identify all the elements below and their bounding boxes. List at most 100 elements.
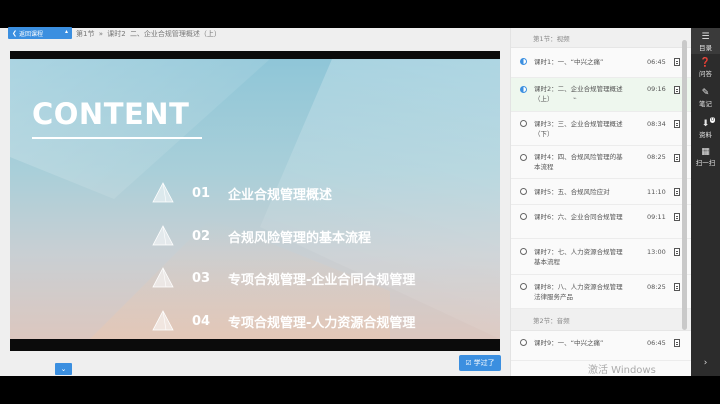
lesson-duration: 08:25 — [647, 283, 666, 291]
lesson-duration: 06:45 — [647, 339, 666, 347]
lesson-item[interactable]: 课时3：三、企业合规管理概述（下） 08:34 — [511, 112, 691, 146]
document-icon[interactable] — [674, 283, 680, 291]
toc-number: 02 — [192, 228, 211, 244]
lesson-title: 课时1：一、“中兴之痛” — [534, 58, 604, 66]
document-icon[interactable] — [674, 86, 680, 94]
sidebar-item-label: 资料 — [699, 131, 712, 139]
lesson-title: 课时3：三、企业合规管理概述（下） — [534, 120, 623, 138]
lesson-item[interactable]: 课时1：一、“中兴之痛” 06:45 — [511, 48, 691, 78]
triangle-icon — [152, 225, 174, 246]
breadcrumb: 第1节 » 课时2 二、企业合规管理概述（上） — [76, 29, 223, 39]
breadcrumb-section[interactable]: 第1节 — [76, 30, 94, 38]
mark-learned-button[interactable]: ☑ 学过了 — [459, 355, 501, 371]
video-player[interactable]: CONTENT 01 企业合规管理概述 02 合规风险管理的基本流程 03 专项… — [10, 51, 500, 351]
lesson-title: 课时5：五、合规风险应对 — [534, 188, 610, 196]
progress-empty-icon — [520, 213, 527, 220]
lesson-item[interactable]: 课时9：一、“中兴之痛” 06:45 — [511, 331, 691, 361]
sidebar-item-label: 问答 — [699, 70, 712, 78]
progress-empty-icon — [520, 339, 527, 346]
chevron-left-icon: ❮ — [12, 29, 18, 37]
lesson-duration: 13:00 — [647, 248, 666, 256]
chevron-down-icon: ⌄ — [60, 365, 67, 373]
lesson-duration: 08:34 — [647, 120, 666, 128]
lesson-item[interactable]: 课时8：八、人力资源合规管理法律服务产品 08:25 — [511, 275, 691, 309]
document-icon[interactable] — [674, 339, 680, 347]
triangle-icon — [152, 267, 174, 288]
lesson-list: 第1节：视频 课时1：一、“中兴之痛” 06:45 课时2：二、企业合规管理概述… — [510, 28, 691, 376]
document-icon[interactable] — [674, 188, 680, 196]
toc-number: 01 — [192, 185, 211, 201]
progress-half-icon — [520, 86, 527, 93]
windows-activation-watermark: 激活 Windows — [588, 365, 656, 376]
breadcrumb-lesson: 课时2 — [107, 30, 126, 38]
toc-item: 04 专项合规管理-人力资源合规管理 — [152, 309, 492, 333]
lesson-duration: 11:10 — [647, 188, 666, 196]
question-icon: ❓ — [699, 58, 712, 68]
breadcrumb-separator: » — [98, 30, 103, 38]
toc-text: 专项合规管理-企业合同合规管理 — [228, 272, 416, 288]
toc-item: 02 合规风险管理的基本流程 — [152, 224, 492, 248]
progress-empty-icon — [520, 283, 527, 290]
sidebar-item-catalog[interactable]: ☰ 目录 — [691, 28, 720, 54]
lesson-item-active[interactable]: 课时2：二、企业合规管理概述（上） ⌁ 09:16 — [511, 78, 691, 112]
paperclip-icon: ⌁ — [573, 95, 577, 102]
toc-text: 企业合规管理概述 — [228, 187, 333, 203]
sidebar-item-qa[interactable]: ❓ 问答 — [691, 58, 720, 80]
document-icon[interactable] — [674, 120, 680, 128]
triangle-icon — [152, 310, 174, 331]
toc-item: 01 企业合规管理概述 — [152, 181, 492, 205]
lesson-duration: 09:16 — [647, 85, 666, 93]
lesson-item[interactable]: 课时4：四、合规风险管理的基本流程 08:25 — [511, 146, 691, 179]
lesson-title: 课时8：八、人力资源合规管理法律服务产品 — [534, 283, 623, 301]
slide-frame: CONTENT 01 企业合规管理概述 02 合规风险管理的基本流程 03 专项… — [10, 59, 500, 339]
lesson-duration: 08:25 — [647, 153, 666, 161]
back-to-course-button[interactable]: ❮ 返回课程 ▴ — [8, 27, 72, 39]
sidebar-item-label: 目录 — [699, 44, 712, 52]
lesson-title: 课时6：六、企业合同合规管理 — [534, 213, 623, 221]
document-icon[interactable] — [674, 248, 680, 256]
toc-number: 04 — [192, 313, 211, 329]
player-area: ❮ 返回课程 ▴ 第1节 » 课时2 二、企业合规管理概述（上） CONTENT… — [0, 27, 510, 376]
sidebar-item-materials[interactable]: ⬇ 0 资料 — [691, 117, 720, 141]
document-icon[interactable] — [674, 154, 680, 162]
section-header[interactable]: 第1节：视频 — [511, 28, 691, 48]
slide-title-underline — [32, 137, 202, 139]
note-icon: ✎ — [701, 88, 710, 98]
sidebar-item-scan[interactable]: ▦ 扫一扫 — [691, 147, 720, 171]
back-to-course-label: 返回课程 — [19, 30, 44, 38]
check-icon: ☑ — [465, 359, 472, 367]
triangle-icon — [152, 182, 174, 203]
lesson-duration: 06:45 — [647, 58, 666, 66]
progress-empty-icon — [520, 154, 527, 161]
scrollbar[interactable] — [682, 38, 687, 358]
breadcrumb-title: 二、企业合规管理概述（上） — [129, 30, 221, 38]
scrollbar-thumb[interactable] — [682, 40, 687, 330]
lesson-title: 课时9：一、“中兴之痛” — [534, 339, 604, 347]
toc-item: 03 专项合规管理-企业合同合规管理 — [152, 266, 492, 290]
progress-half-icon — [520, 58, 527, 65]
lesson-duration: 09:11 — [647, 213, 666, 221]
progress-empty-icon — [520, 248, 527, 255]
lesson-item[interactable]: 课时6：六、企业合同合规管理 09:11 — [511, 205, 691, 239]
lesson-item[interactable]: 课时5：五、合规风险应对 11:10 — [511, 179, 691, 205]
toc-text: 合规风险管理的基本流程 — [228, 230, 372, 246]
progress-empty-icon — [520, 188, 527, 195]
list-icon: ☰ — [701, 32, 710, 42]
lesson-title: 课时2：二、企业合规管理概述（上） — [534, 85, 623, 103]
chevron-right-icon[interactable]: › — [691, 358, 720, 368]
document-icon[interactable] — [674, 58, 680, 66]
document-icon[interactable] — [674, 213, 680, 221]
collapse-button[interactable]: ⌄ — [55, 363, 72, 375]
sidebar-item-label: 笔记 — [699, 100, 712, 108]
qrcode-icon: ▦ — [701, 147, 710, 157]
toc-text: 专项合规管理-人力资源合规管理 — [228, 315, 416, 331]
mark-learned-label: 学过了 — [473, 359, 495, 367]
sidebar-item-label: 扫一扫 — [695, 159, 716, 167]
lesson-item[interactable]: 课时7：七、人力资源合规管理基本流程 13:00 — [511, 239, 691, 275]
progress-empty-icon — [520, 120, 527, 127]
player-page: ❮ 返回课程 ▴ 第1节 » 课时2 二、企业合规管理概述（上） CONTENT… — [0, 27, 720, 376]
chevron-up-icon: ▴ — [64, 28, 68, 35]
section-header[interactable]: 第2节：音频 — [511, 309, 691, 331]
sidebar-item-notes[interactable]: ✎ 笔记 — [691, 88, 720, 110]
count-badge: 0 — [709, 117, 715, 123]
